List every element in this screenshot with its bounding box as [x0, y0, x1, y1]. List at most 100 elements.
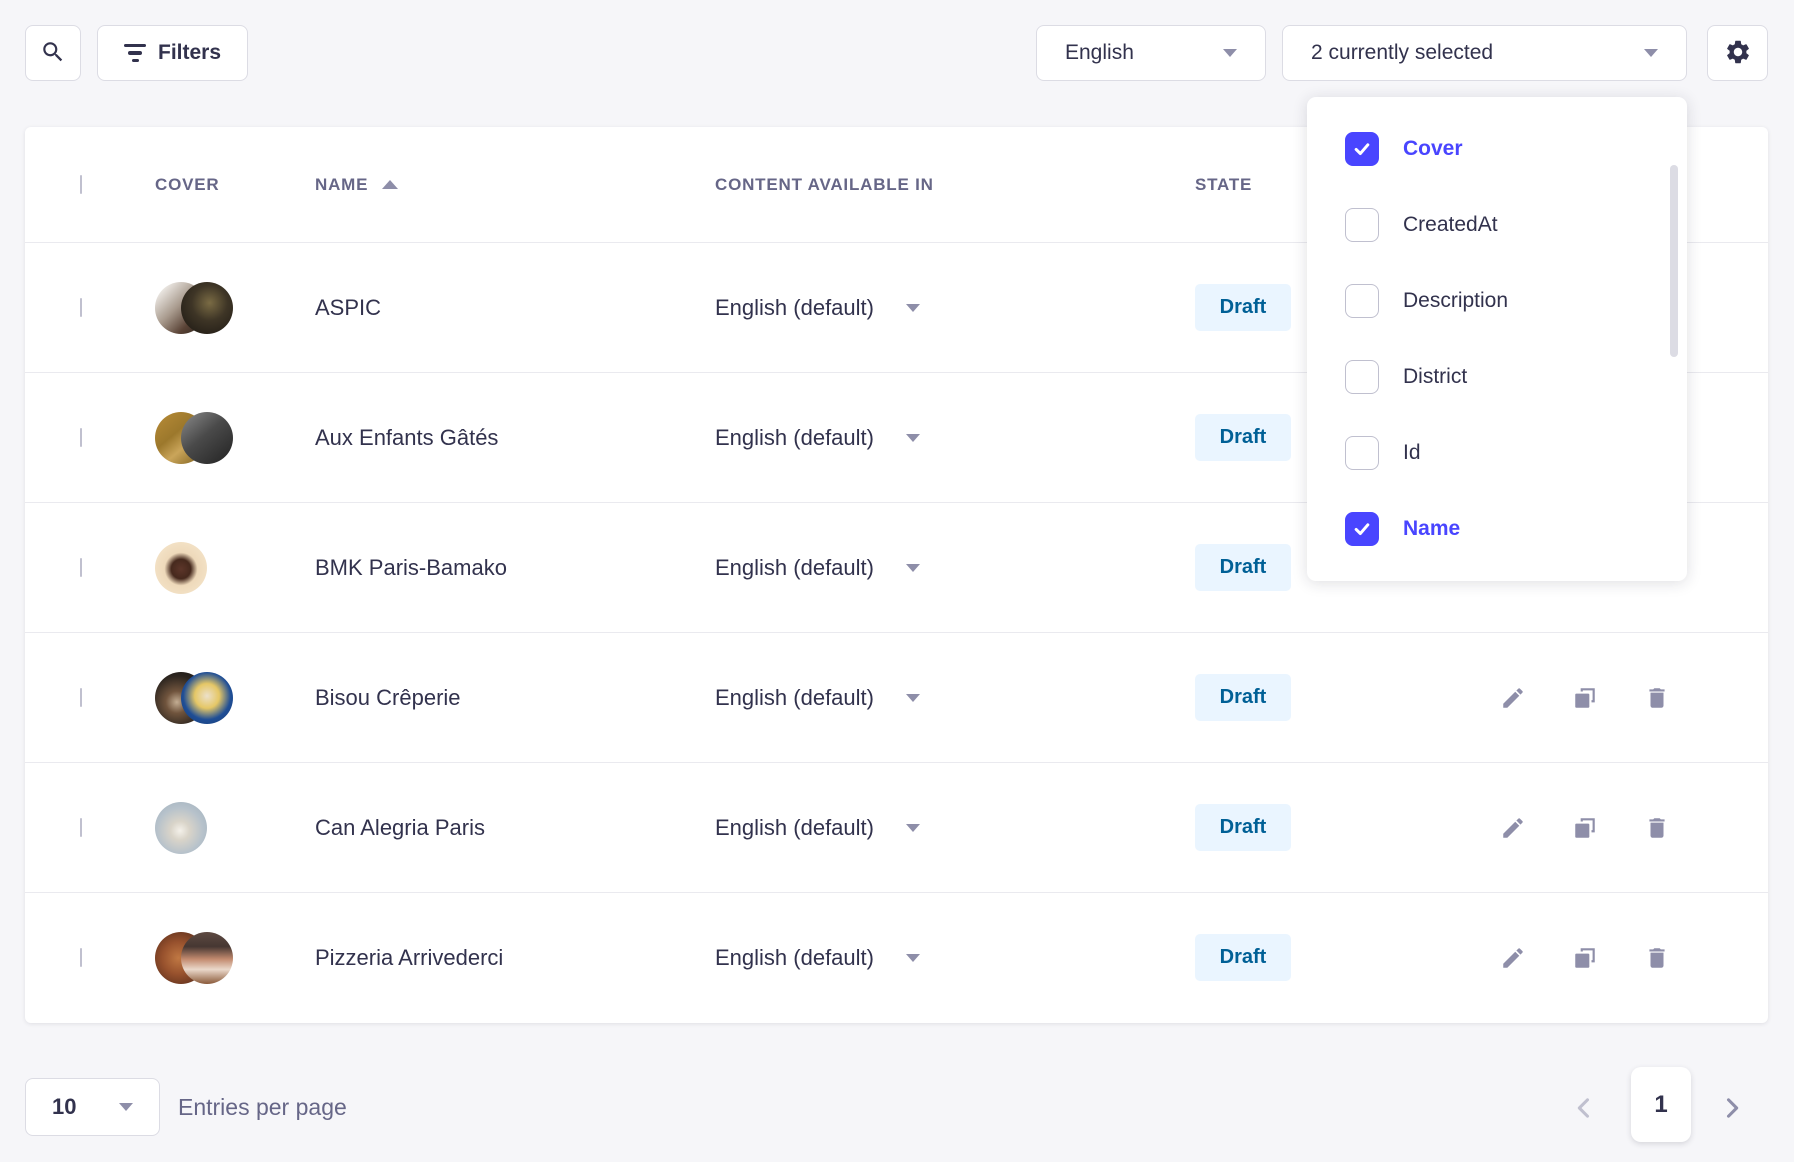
filters-button-label: Filters	[158, 41, 221, 65]
locale-dropdown[interactable]: English (default)	[715, 425, 1195, 451]
gear-icon	[1724, 38, 1752, 69]
column-visibility-select[interactable]: 2 currently selected	[1282, 25, 1687, 81]
edit-button[interactable]	[1500, 945, 1526, 971]
row-checkbox[interactable]	[80, 428, 82, 447]
page-1-button[interactable]: 1	[1631, 1067, 1691, 1142]
dropdown-option-description[interactable]: Description	[1307, 263, 1687, 339]
status-badge: Draft	[1195, 284, 1291, 331]
row-checkbox[interactable]	[80, 688, 82, 707]
check-icon	[1352, 139, 1372, 159]
status-badge: Draft	[1195, 414, 1291, 461]
column-header-cover[interactable]: COVER	[155, 175, 315, 195]
filters-button[interactable]: Filters	[97, 25, 248, 81]
cover-avatar-image	[181, 412, 233, 464]
pencil-icon	[1500, 815, 1526, 841]
row-checkbox[interactable]	[80, 298, 82, 317]
caret-down-icon	[906, 954, 920, 962]
caret-down-icon	[119, 1103, 133, 1111]
duplicate-icon	[1572, 945, 1598, 971]
cover-avatars	[155, 412, 315, 464]
next-page-button[interactable]	[1718, 1094, 1746, 1125]
scrollbar-thumb[interactable]	[1670, 165, 1678, 357]
cover-avatar-image	[155, 802, 207, 854]
locale-dropdown[interactable]: English (default)	[715, 685, 1195, 711]
dropdown-option-label: Name	[1403, 517, 1460, 541]
column-visibility-dropdown: Cover CreatedAt Description District Id …	[1307, 97, 1687, 581]
cover-avatar-image	[181, 672, 233, 724]
table-row[interactable]: Bisou Crêperie English (default) Draft	[25, 632, 1768, 762]
dropdown-option-label: CreatedAt	[1403, 213, 1498, 237]
edit-button[interactable]	[1500, 685, 1526, 711]
row-checkbox[interactable]	[80, 818, 82, 837]
caret-down-icon	[1644, 49, 1658, 57]
cover-avatar-image	[181, 932, 233, 984]
status-badge: Draft	[1195, 674, 1291, 721]
caret-down-icon	[906, 304, 920, 312]
entry-name: Can Alegria Paris	[315, 815, 715, 841]
duplicate-button[interactable]	[1572, 815, 1598, 841]
dropdown-option-label: District	[1403, 365, 1467, 389]
caret-down-icon	[906, 824, 920, 832]
checkbox[interactable]	[1345, 360, 1379, 394]
entries-per-page-value: 10	[52, 1094, 76, 1120]
check-icon	[1352, 519, 1372, 539]
dropdown-option-district[interactable]: District	[1307, 339, 1687, 415]
dropdown-option-label: Id	[1403, 441, 1421, 465]
sort-ascending-icon	[382, 180, 398, 189]
settings-button[interactable]	[1707, 25, 1768, 81]
duplicate-button[interactable]	[1572, 945, 1598, 971]
duplicate-icon	[1572, 685, 1598, 711]
column-header-name[interactable]: NAME	[315, 175, 715, 195]
entry-name: ASPIC	[315, 295, 715, 321]
cover-avatar-image	[181, 282, 233, 334]
table-row[interactable]: Pizzeria Arrivederci English (default) D…	[25, 892, 1768, 1022]
delete-button[interactable]	[1644, 815, 1670, 841]
entries-per-page-select[interactable]: 10	[25, 1078, 160, 1136]
entry-name: Pizzeria Arrivederci	[315, 945, 715, 971]
checkbox[interactable]	[1345, 512, 1379, 546]
locale-dropdown[interactable]: English (default)	[715, 815, 1195, 841]
checkbox[interactable]	[1345, 436, 1379, 470]
pencil-icon	[1500, 685, 1526, 711]
trash-icon	[1644, 945, 1670, 971]
dropdown-option-name[interactable]: Name	[1307, 491, 1687, 567]
locale-select-value: English	[1065, 41, 1134, 65]
dropdown-option-id[interactable]: Id	[1307, 415, 1687, 491]
locale-dropdown[interactable]: English (default)	[715, 295, 1195, 321]
row-checkbox[interactable]	[80, 948, 82, 967]
delete-button[interactable]	[1644, 685, 1670, 711]
column-header-content-available-in[interactable]: CONTENT AVAILABLE IN	[715, 175, 1195, 195]
duplicate-button[interactable]	[1572, 685, 1598, 711]
magnifier-icon	[40, 39, 66, 68]
cover-avatar-image	[155, 542, 207, 594]
locale-dropdown[interactable]: English (default)	[715, 555, 1195, 581]
status-badge: Draft	[1195, 544, 1291, 591]
caret-down-icon	[906, 694, 920, 702]
cover-avatars	[155, 542, 315, 594]
entry-name: Bisou Crêperie	[315, 685, 715, 711]
dropdown-option-cover[interactable]: Cover	[1307, 111, 1687, 187]
chevron-right-icon	[1718, 1094, 1746, 1122]
filter-icon	[124, 44, 146, 63]
dropdown-option-createdat[interactable]: CreatedAt	[1307, 187, 1687, 263]
search-button[interactable]	[25, 25, 81, 81]
status-badge: Draft	[1195, 934, 1291, 981]
checkbox[interactable]	[1345, 208, 1379, 242]
delete-button[interactable]	[1644, 945, 1670, 971]
checkbox[interactable]	[1345, 284, 1379, 318]
dropdown-option-label: Description	[1403, 289, 1508, 313]
caret-down-icon	[906, 434, 920, 442]
status-badge: Draft	[1195, 804, 1291, 851]
row-checkbox[interactable]	[80, 558, 82, 577]
previous-page-button[interactable]	[1570, 1094, 1598, 1125]
checkbox[interactable]	[1345, 132, 1379, 166]
locale-dropdown[interactable]: English (default)	[715, 945, 1195, 971]
table-row[interactable]: Can Alegria Paris English (default) Draf…	[25, 762, 1768, 892]
edit-button[interactable]	[1500, 815, 1526, 841]
column-visibility-label: 2 currently selected	[1311, 41, 1493, 65]
locale-select[interactable]: English	[1036, 25, 1266, 81]
caret-down-icon	[906, 564, 920, 572]
entry-name: Aux Enfants Gâtés	[315, 425, 715, 451]
chevron-left-icon	[1570, 1094, 1598, 1122]
select-all-checkbox[interactable]	[80, 175, 82, 194]
